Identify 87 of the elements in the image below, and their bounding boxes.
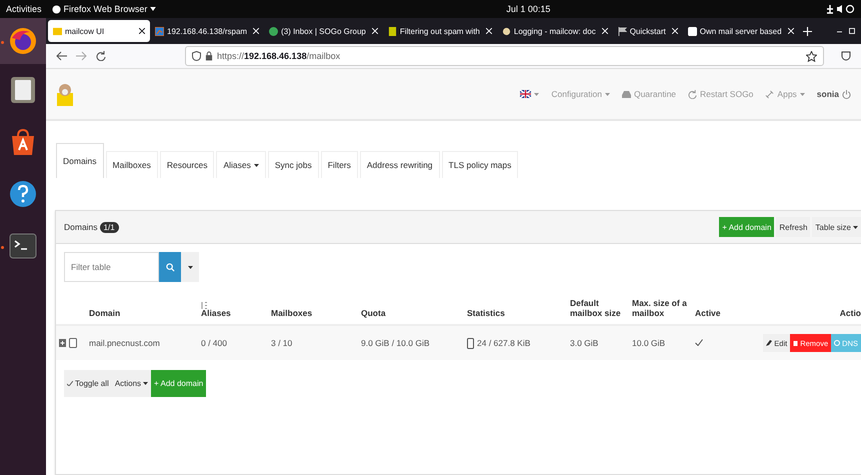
footer-button[interactable]: Actions bbox=[112, 370, 152, 397]
column-header: Aliases bbox=[201, 308, 232, 318]
chart-icon bbox=[155, 26, 164, 36]
browser-tab[interactable]: Logging - mailcow: doc bbox=[496, 20, 613, 42]
pocket-icon[interactable] bbox=[841, 51, 851, 61]
search-button[interactable] bbox=[159, 252, 181, 282]
table-cell: 24 / 627.8 KiB bbox=[477, 338, 530, 348]
caret-icon bbox=[143, 382, 148, 385]
tab[interactable]: Resources bbox=[160, 151, 214, 178]
circle-icon bbox=[269, 26, 278, 36]
filter-field[interactable]: Filter table bbox=[64, 252, 159, 282]
column-header: Statistics bbox=[467, 308, 506, 318]
tab[interactable]: Aliases bbox=[216, 151, 266, 178]
sort-icon[interactable] bbox=[201, 302, 207, 309]
close-icon[interactable] bbox=[139, 28, 145, 34]
clock[interactable]: Jul 1 00:15 bbox=[506, 4, 550, 14]
caret-icon bbox=[853, 226, 858, 228]
table-cell-text: mail.pnecnust.com bbox=[89, 338, 161, 348]
bookmark-star-icon[interactable] bbox=[806, 50, 817, 62]
system-tray-icon[interactable] bbox=[825, 4, 855, 14]
phone-icon bbox=[467, 338, 474, 348]
tab[interactable]: Address rewriting bbox=[360, 151, 440, 178]
trash-icon bbox=[793, 340, 798, 346]
browser-tab[interactable]: Quickstart bbox=[612, 20, 683, 42]
footer-button[interactable]: Toggle all bbox=[64, 370, 112, 397]
table-cell-text: 10.0 GiB bbox=[632, 338, 666, 348]
browser-tab[interactable]: 192.168.46.138/rspam bbox=[150, 20, 264, 42]
column-header: Quota bbox=[361, 308, 387, 318]
table-cell-text: 9.0 GiB / 10.0 GiB bbox=[361, 338, 431, 348]
column-header: Default mailbox size bbox=[570, 298, 622, 318]
caret-icon bbox=[188, 266, 192, 268]
tab[interactable]: TLS policy maps bbox=[442, 151, 518, 178]
power-icon bbox=[842, 90, 851, 98]
window-controls-icon[interactable] bbox=[837, 27, 857, 35]
caret-icon bbox=[150, 7, 156, 11]
app-menu[interactable]: Firefox Web Browser bbox=[52, 4, 156, 14]
running-indicator bbox=[1, 41, 4, 44]
language-menu[interactable] bbox=[520, 90, 540, 98]
tab[interactable]: Sync jobs bbox=[268, 151, 319, 178]
refresh-icon bbox=[688, 90, 698, 98]
browser-tab[interactable]: (3) Inbox | SOGo Group bbox=[264, 20, 383, 42]
row-checkbox[interactable] bbox=[69, 338, 77, 348]
table-cell-text: 3.0 GiB bbox=[570, 338, 600, 348]
column-header: Mailboxes bbox=[271, 308, 314, 318]
square-icon bbox=[688, 26, 697, 36]
flag-icon bbox=[618, 26, 627, 36]
document-icon bbox=[388, 26, 397, 36]
column-header: Active bbox=[695, 308, 722, 318]
caret-icon bbox=[254, 164, 259, 166]
help-icon[interactable] bbox=[8, 179, 38, 209]
browser-tab[interactable]: Filtering out spam with bbox=[382, 20, 497, 42]
count-badge: 1/1 bbox=[100, 222, 119, 232]
browser-tab[interactable]: Own mail server based bbox=[682, 20, 799, 42]
running-indicator bbox=[1, 246, 4, 249]
new-tab-icon[interactable] bbox=[802, 26, 812, 36]
envelope-icon bbox=[53, 26, 62, 36]
tab[interactable]: Domains bbox=[56, 143, 104, 178]
tab[interactable]: Filters bbox=[320, 151, 358, 178]
search-icon bbox=[166, 262, 174, 272]
panel-button[interactable]: Refresh bbox=[776, 217, 810, 237]
lock-icon[interactable] bbox=[205, 51, 213, 61]
tab[interactable]: Mailboxes bbox=[106, 151, 158, 178]
table-cell-text: 0 / 400 bbox=[201, 338, 228, 348]
column-header: Domain bbox=[89, 308, 122, 318]
folder-icon[interactable] bbox=[8, 75, 38, 105]
column-header: Actio bbox=[838, 308, 861, 318]
column-header: Max. size of a mailbox bbox=[632, 298, 688, 318]
table-cell-text: 3 / 10 bbox=[271, 338, 294, 348]
browser-tab[interactable]: mailcow UI bbox=[48, 20, 150, 42]
back-icon[interactable] bbox=[56, 51, 67, 61]
address-bar[interactable]: https://192.168.46.138/mailbox bbox=[185, 46, 824, 66]
activities-button[interactable]: Activities bbox=[6, 4, 42, 14]
pencil-icon bbox=[766, 340, 772, 346]
panel-button[interactable]: Table size bbox=[812, 217, 861, 237]
flag-icon bbox=[520, 90, 532, 98]
caret-icon bbox=[534, 92, 540, 96]
caret-icon bbox=[604, 92, 610, 96]
inbox-icon bbox=[622, 90, 631, 98]
globe-icon bbox=[834, 340, 840, 346]
expand-icon[interactable] bbox=[59, 339, 66, 347]
terminal-icon[interactable] bbox=[8, 231, 38, 261]
nav-link[interactable]: sonia bbox=[816, 89, 851, 99]
caret-icon bbox=[800, 92, 805, 96]
panel-title: Domains bbox=[64, 222, 98, 232]
check-icon bbox=[67, 381, 73, 386]
shield-icon[interactable] bbox=[192, 51, 201, 61]
reload-icon[interactable] bbox=[96, 51, 106, 61]
